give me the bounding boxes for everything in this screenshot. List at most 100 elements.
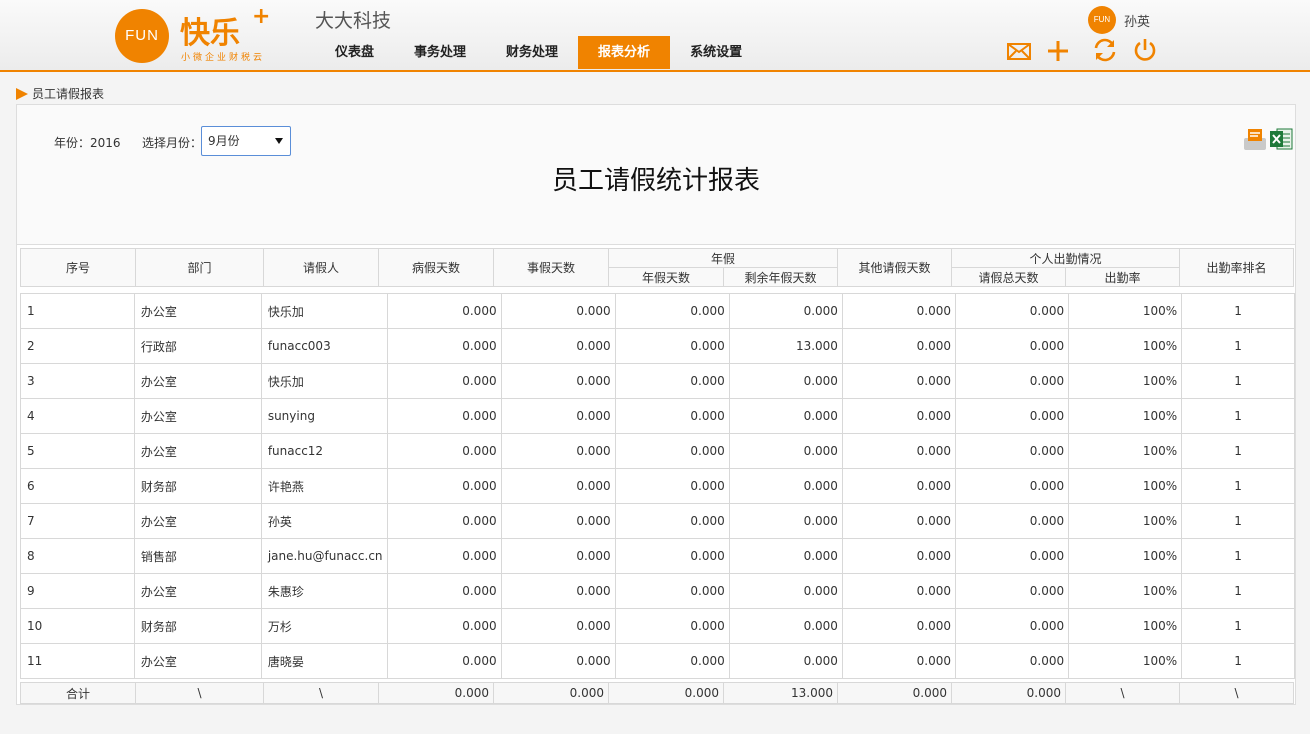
power-icon[interactable] [1132, 37, 1158, 63]
total-row: 合计 \ \ 0.000 0.000 0.000 13.000 0.000 0.000 \ \ [20, 682, 1294, 704]
col-header-attendance-rate: 出勤率 [1065, 267, 1180, 287]
table-cell: 0.000 [955, 398, 1070, 434]
table-row: 9 办公室 朱惠珍 0.000 0.000 0.000 0.000 0.000 0.000 100… [20, 573, 1295, 609]
report-title: 员工请假统计报表 [551, 166, 760, 196]
logo-plus: + [252, 4, 271, 29]
table-cell: 0.000 [614, 328, 730, 364]
table-cell: 0.000 [386, 398, 502, 434]
table-cell: 快乐加 [260, 363, 388, 399]
table-cell: 0.000 [728, 503, 843, 539]
table-cell: 0.000 [386, 363, 502, 399]
table-cell: 100% [1068, 468, 1183, 504]
plus-icon[interactable] [1045, 38, 1071, 64]
refresh-icon[interactable] [1092, 37, 1118, 63]
table-cell: 0.000 [955, 643, 1070, 679]
table-cell: 行政部 [133, 328, 262, 364]
nav-item-1[interactable]: 事务处理 [394, 36, 486, 69]
table-cell: 0.000 [500, 328, 616, 364]
table-cell: 13.000 [728, 328, 843, 364]
user-avatar[interactable]: FUN [1088, 6, 1116, 34]
table-row: 6 财务部 许艳燕 0.000 0.000 0.000 0.000 0.000 0.000 100… [20, 468, 1295, 504]
table-cell: 万杉 [260, 608, 388, 644]
table-cell: 9 [20, 573, 135, 609]
table-cell: 0.000 [614, 573, 730, 609]
table-cell: 0.000 [500, 538, 616, 574]
logo-text: 快乐 [180, 16, 240, 51]
table-cell: 0.000 [614, 643, 730, 679]
user-name[interactable]: 孙英 [1124, 11, 1150, 30]
table-row: 5 办公室 funacc12 0.000 0.000 0.000 0.000 0.000 0.0… [20, 433, 1295, 469]
table-cell: 4 [20, 398, 135, 434]
table-cell: 0.000 [386, 433, 502, 469]
table-cell: 财务部 [133, 468, 262, 504]
report-table-header: 序号 部门 请假人 病假天数 事假天数 年假 其他请假天数 个人出勤情况 出勤率… [20, 248, 1294, 287]
table-cell: 0.000 [614, 293, 730, 329]
table-cell: 0.000 [500, 608, 616, 644]
table-cell: 1 [1181, 328, 1295, 364]
table-cell: 0.000 [728, 433, 843, 469]
table-cell: 0.000 [955, 468, 1070, 504]
table-cell: 销售部 [133, 538, 262, 574]
total-cell: 0.000 [951, 682, 1066, 704]
nav-item-4[interactable]: 系统设置 [670, 36, 762, 69]
table-cell: 1 [1181, 398, 1295, 434]
table-cell: 0.000 [955, 608, 1070, 644]
table-cell: 0.000 [841, 468, 957, 504]
table-cell: 办公室 [133, 573, 262, 609]
table-cell: 0.000 [500, 643, 616, 679]
table-cell: 100% [1068, 433, 1183, 469]
col-header-annual-group: 年假 [608, 248, 838, 268]
col-header-index: 序号 [20, 248, 136, 287]
table-cell: 0.000 [728, 468, 843, 504]
report-panel: 年份：2016 选择月份： 9月份 员工请假统计报表 序号 部门 请假人 病假天… [16, 104, 1296, 705]
nav-item-0[interactable]: 仪表盘 [315, 36, 394, 69]
table-cell: 1 [1181, 503, 1295, 539]
nav-item-3[interactable]: 报表分析 [578, 36, 671, 69]
table-cell: funacc003 [260, 328, 388, 364]
table-cell: 100% [1068, 608, 1183, 644]
col-header-rank: 出勤率排名 [1179, 248, 1294, 287]
table-cell: 朱惠珍 [260, 573, 388, 609]
table-row: 2 行政部 funacc003 0.000 0.000 0.000 13.000 0.000 0… [20, 328, 1295, 364]
table-cell: 0.000 [386, 573, 502, 609]
logo-mark[interactable]: FUN [115, 9, 169, 63]
table-cell: 0.000 [728, 608, 843, 644]
table-cell: 0.000 [841, 293, 957, 329]
total-cell: \ [1065, 682, 1180, 704]
total-cell: 13.000 [723, 682, 838, 704]
table-cell: 0.000 [955, 503, 1070, 539]
table-cell: 0.000 [955, 573, 1070, 609]
total-cell: \ [1179, 682, 1294, 704]
col-header-person: 请假人 [263, 248, 379, 287]
nav-item-2[interactable]: 财务处理 [486, 36, 578, 69]
table-cell: 0.000 [841, 608, 957, 644]
table-cell: 100% [1068, 643, 1183, 679]
table-cell: jane.hu@funacc.cn [260, 538, 388, 574]
table-cell: 0.000 [614, 468, 730, 504]
table-cell: 100% [1068, 363, 1183, 399]
total-cell: 0.000 [837, 682, 952, 704]
mail-icon[interactable] [1006, 38, 1032, 64]
main-nav: 仪表盘 事务处理 财务处理 报表分析 系统设置 [315, 36, 762, 69]
table-cell: 6 [20, 468, 135, 504]
table-cell: 0.000 [614, 363, 730, 399]
filter-area: 年份：2016 选择月份： 9月份 员工请假统计报表 [17, 105, 1295, 245]
table-cell: 0.000 [841, 573, 957, 609]
col-header-total-leave: 请假总天数 [951, 267, 1066, 287]
table-cell: 0.000 [955, 538, 1070, 574]
table-cell: 1 [1181, 468, 1295, 504]
table-cell: 7 [20, 503, 135, 539]
month-select[interactable]: 9月份 [201, 126, 291, 156]
table-cell: 1 [1181, 608, 1295, 644]
app-header: FUN 快乐 + 小微企业财税云 大大科技 仪表盘 事务处理 财务处理 报表分析 系统设… [0, 0, 1310, 72]
excel-export-icon[interactable] [1269, 127, 1293, 151]
table-cell: 办公室 [133, 363, 262, 399]
table-cell: 0.000 [386, 608, 502, 644]
table-cell: 0.000 [386, 538, 502, 574]
company-name: 大大科技 [315, 10, 392, 32]
table-row: 8 销售部 jane.hu@funacc.cn 0.000 0.000 0.000 0.00… [20, 538, 1295, 574]
print-report-icon[interactable] [1243, 127, 1267, 151]
table-cell: 100% [1068, 538, 1183, 574]
table-cell: 0.000 [841, 328, 957, 364]
table-cell: sunying [260, 398, 388, 434]
